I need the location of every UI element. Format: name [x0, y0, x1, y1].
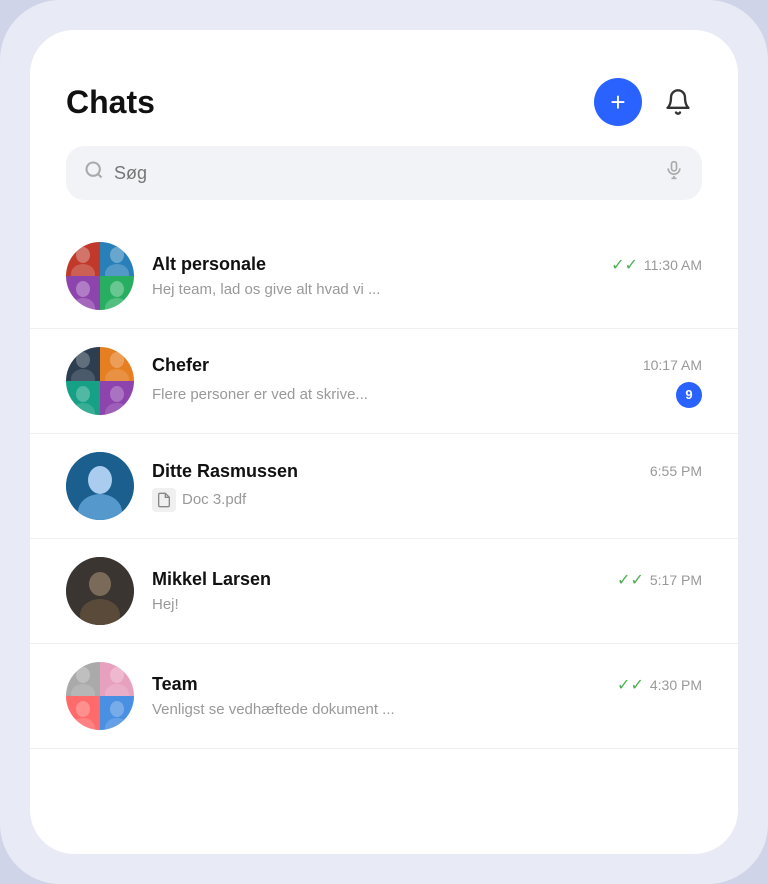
- chat-preview: Hej team, lad os give alt hvad vi ...: [152, 281, 380, 298]
- search-input[interactable]: [114, 163, 654, 184]
- read-receipt-icon: ✓✓: [611, 255, 638, 275]
- bell-icon: [664, 88, 692, 116]
- avatar-ditte-image: [66, 452, 134, 520]
- avatar-mikkel: [66, 557, 134, 625]
- phone-frame: Chats: [0, 0, 768, 884]
- chat-preview: Venligst se vedhæftede dokument ...: [152, 701, 395, 718]
- chat-preview: Hej!: [152, 596, 179, 613]
- chat-preview: Flere personer er ved at skrive...: [152, 386, 368, 403]
- doc-name: Doc 3.pdf: [182, 491, 246, 508]
- chat-name: Chefer: [152, 355, 209, 376]
- search-bar: [66, 146, 702, 200]
- avatar-alt-personale: [66, 242, 134, 310]
- chat-list: Alt personale ✓✓ 11:30 AM Hej team, lad …: [30, 224, 738, 854]
- avatar-ditte: [66, 452, 134, 520]
- read-receipt-icon: ✓✓: [617, 675, 644, 695]
- chat-content-ditte: Ditte Rasmussen 6:55 PM Doc 3.pdf: [152, 461, 702, 512]
- notifications-button[interactable]: [654, 78, 702, 126]
- avatar-team: [66, 662, 134, 730]
- avatar-chefer: [66, 347, 134, 415]
- chat-time: 6:55 PM: [650, 463, 702, 479]
- header: Chats: [30, 30, 738, 146]
- chat-content-team: Team ✓✓ 4:30 PM Venligst se vedhæftede d…: [152, 674, 702, 718]
- add-chat-button[interactable]: [594, 78, 642, 126]
- chat-name: Mikkel Larsen: [152, 569, 271, 590]
- avatar-mikkel-image: [66, 557, 134, 625]
- header-actions: [594, 78, 702, 126]
- chat-time: 5:17 PM: [650, 572, 702, 588]
- chat-item-chefer[interactable]: Chefer 10:17 AM Flere personer er ved at…: [30, 329, 738, 434]
- chat-item-alt-personale[interactable]: Alt personale ✓✓ 11:30 AM Hej team, lad …: [30, 224, 738, 329]
- chat-time: 4:30 PM: [650, 677, 702, 693]
- mic-icon: [664, 160, 684, 186]
- chat-item-team[interactable]: Team ✓✓ 4:30 PM Venligst se vedhæftede d…: [30, 644, 738, 749]
- doc-preview: Doc 3.pdf: [152, 488, 246, 512]
- search-icon: [84, 160, 104, 186]
- chat-time: 10:17 AM: [643, 357, 702, 373]
- app-container: Chats: [30, 30, 738, 854]
- unread-badge: 9: [676, 382, 702, 408]
- chat-name: Alt personale: [152, 254, 266, 275]
- chat-time: 11:30 AM: [644, 257, 702, 273]
- chat-item-ditte-rasmussen[interactable]: Ditte Rasmussen 6:55 PM Doc 3.pdf: [30, 434, 738, 539]
- read-receipt-icon: ✓✓: [617, 570, 644, 590]
- chat-name: Team: [152, 674, 198, 695]
- chat-item-mikkel-larsen[interactable]: Mikkel Larsen ✓✓ 5:17 PM Hej!: [30, 539, 738, 644]
- document-icon: [152, 488, 176, 512]
- chat-content-chefer: Chefer 10:17 AM Flere personer er ved at…: [152, 355, 702, 408]
- chat-content-mikkel: Mikkel Larsen ✓✓ 5:17 PM Hej!: [152, 569, 702, 613]
- page-title: Chats: [66, 84, 155, 121]
- chat-name: Ditte Rasmussen: [152, 461, 298, 482]
- search-container: [30, 146, 738, 224]
- chat-content-alt-personale: Alt personale ✓✓ 11:30 AM Hej team, lad …: [152, 254, 702, 298]
